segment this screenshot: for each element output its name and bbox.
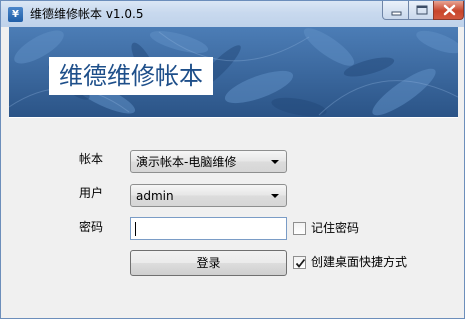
maximize-icon [416, 5, 428, 15]
account-select-value: 演示帐本-电脑维修 [136, 155, 237, 169]
user-select[interactable]: admin [130, 184, 287, 207]
header-banner: 维德维修帐本 [9, 27, 458, 117]
login-window: ¥ 维德维修帐本 v1.0.5 维德维修帐本 帐本 演示帐本-电脑维修 用户 a… [0, 0, 465, 319]
close-icon [443, 4, 456, 16]
chevron-down-icon [271, 160, 279, 164]
banner-divider [9, 117, 458, 118]
text-caret [135, 222, 136, 236]
minimize-button[interactable] [382, 1, 409, 20]
title-bar[interactable]: ¥ 维德维修帐本 v1.0.5 [1, 1, 464, 27]
remember-password-label[interactable]: 记住密码 [311, 220, 359, 236]
password-label: 密码 [79, 220, 104, 234]
app-icon[interactable]: ¥ [8, 7, 23, 22]
chevron-down-icon [271, 194, 279, 198]
close-button[interactable] [433, 1, 464, 20]
account-label: 帐本 [79, 152, 104, 166]
remember-password-checkbox[interactable] [293, 222, 306, 235]
banner-heading: 维德维修帐本 [49, 57, 213, 95]
user-select-value: admin [136, 189, 174, 203]
account-select[interactable]: 演示帐本-电脑维修 [130, 150, 287, 173]
checkmark-icon [295, 258, 306, 268]
window-title: 维德维修帐本 v1.0.5 [30, 7, 144, 21]
create-shortcut-checkbox[interactable] [293, 256, 306, 269]
user-label: 用户 [79, 186, 104, 200]
password-field[interactable] [130, 217, 287, 240]
create-shortcut-label[interactable]: 创建桌面快捷方式 [311, 254, 407, 270]
login-button[interactable]: 登录 [130, 250, 287, 276]
minimize-icon [391, 11, 402, 16]
maximize-button[interactable] [408, 1, 434, 20]
